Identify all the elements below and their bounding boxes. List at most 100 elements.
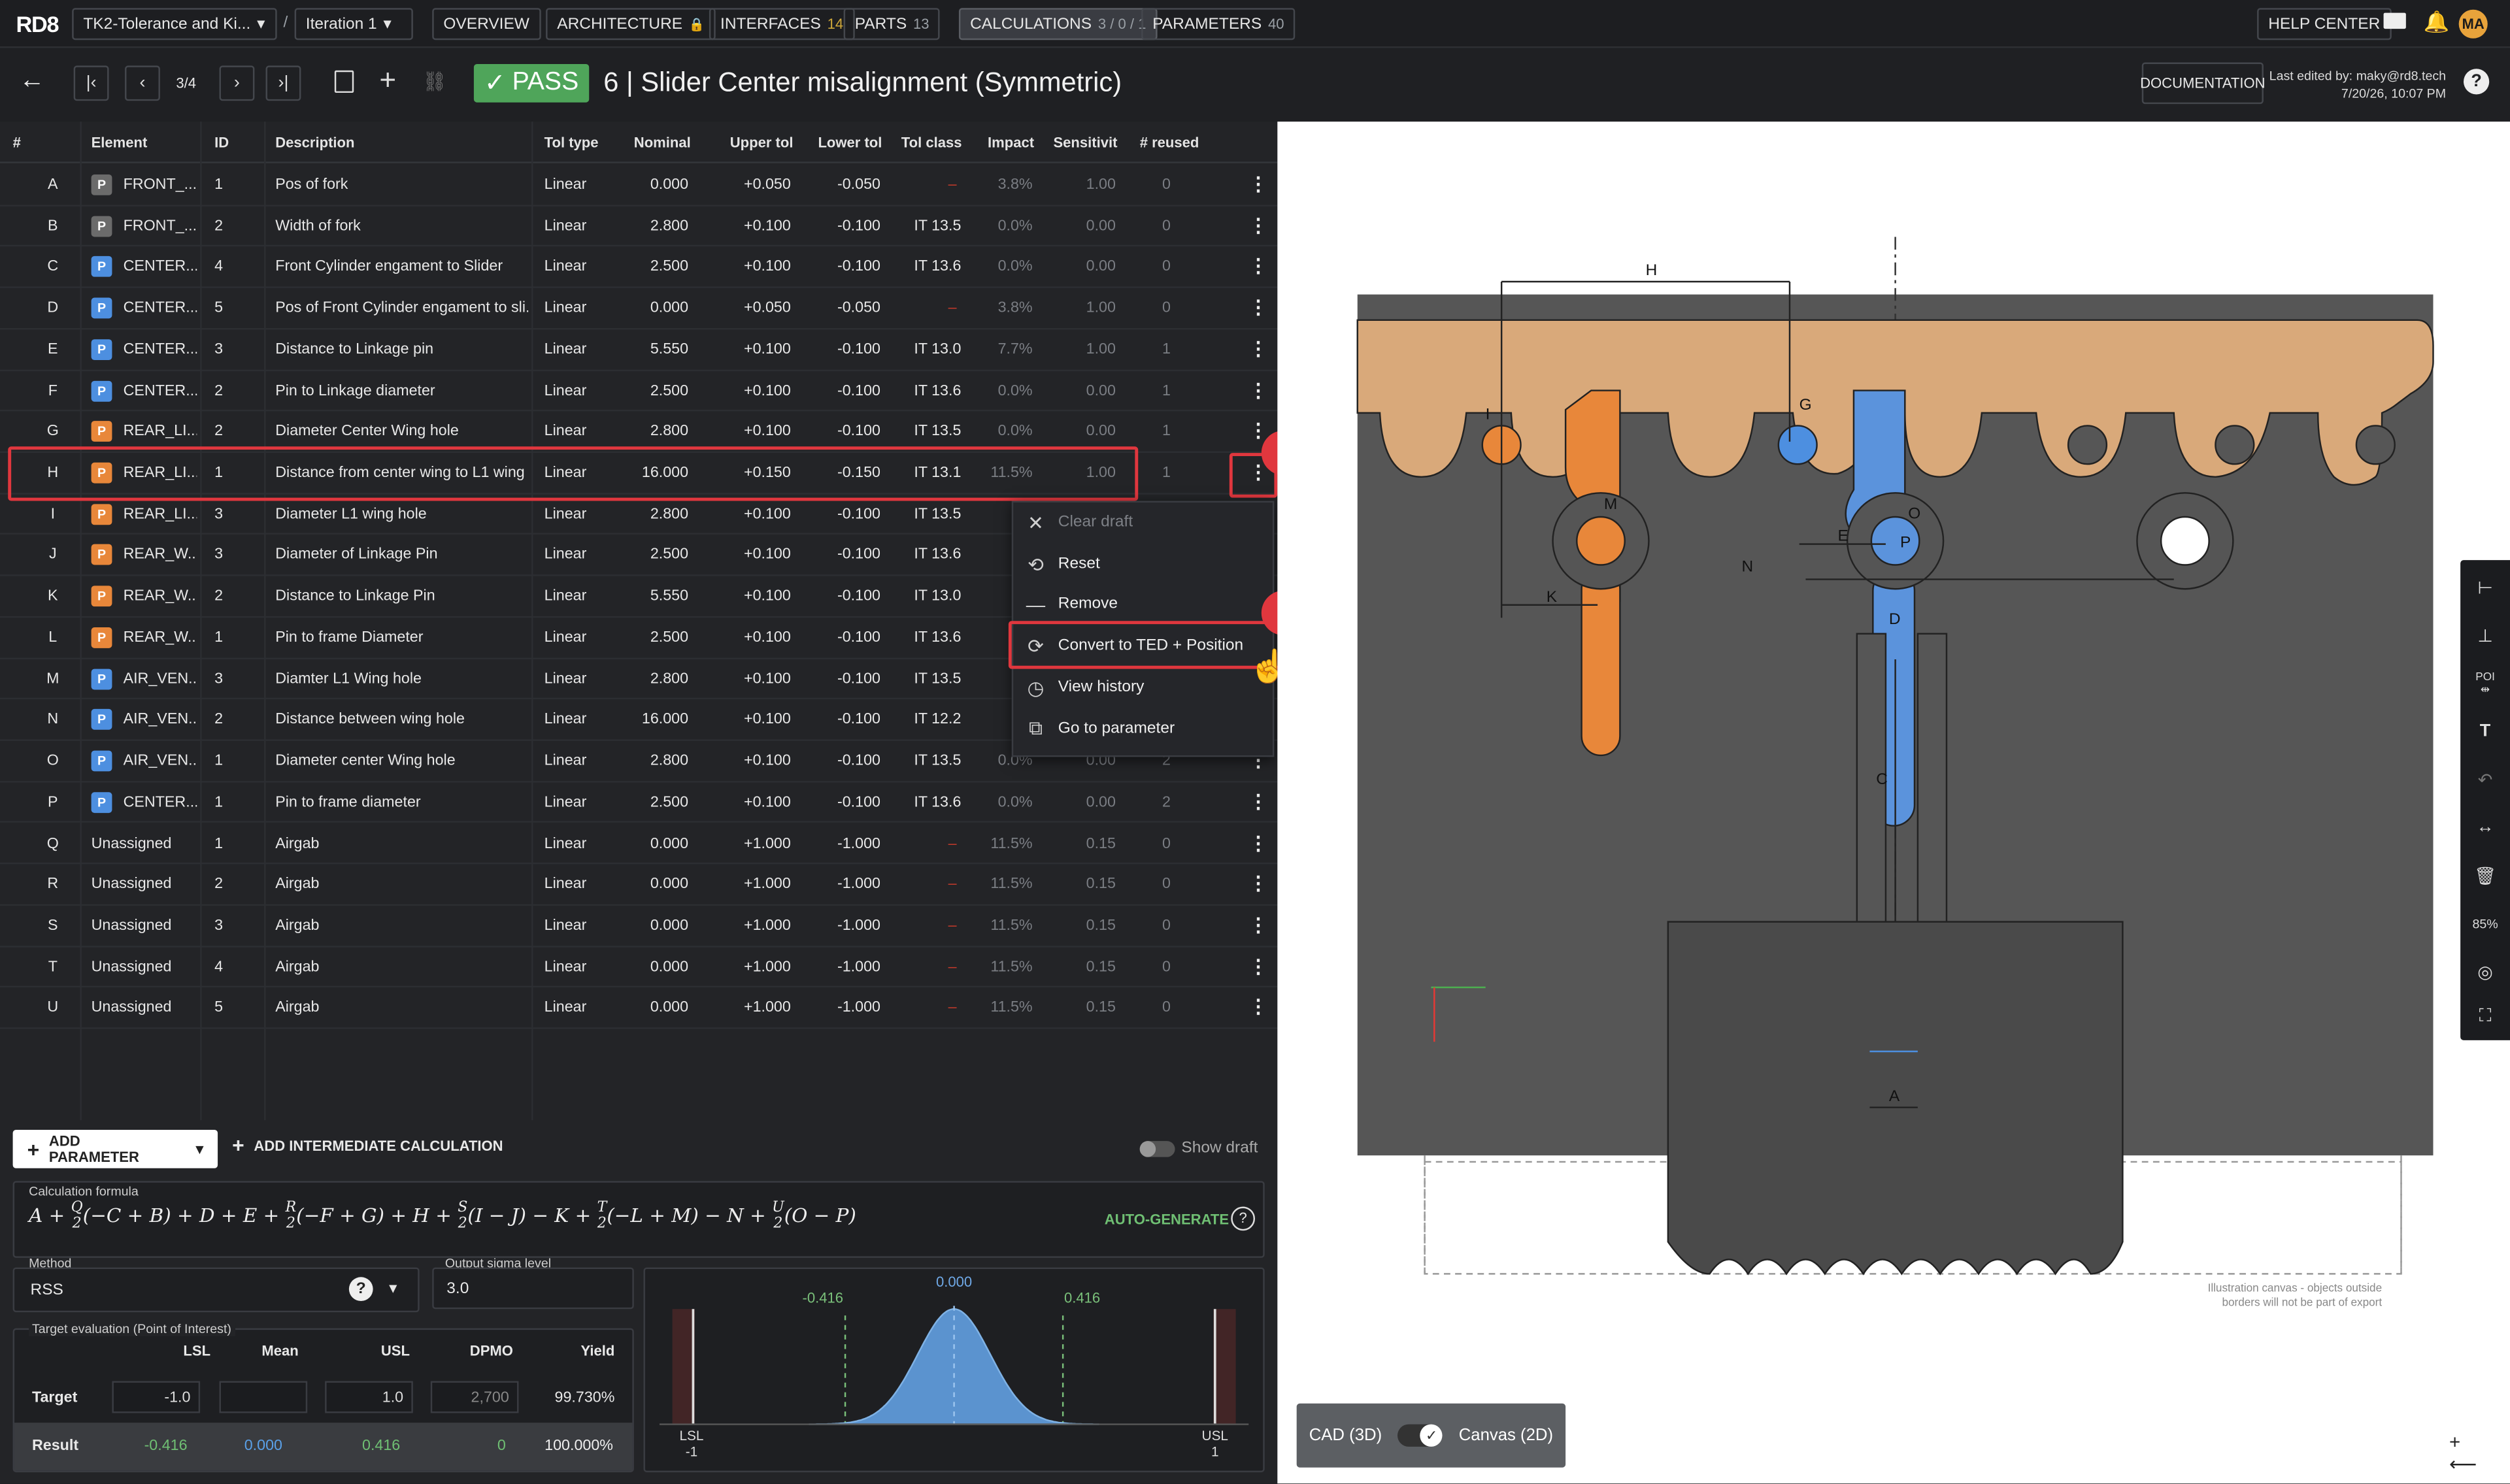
add-intermediate-button[interactable]: + ADD INTERMEDIATE CALCULATION [232,1134,503,1155]
cell-n: D [47,299,59,318]
sigma-input[interactable]: 3.0 [432,1267,634,1310]
column-header[interactable]: Tol class [901,135,962,150]
more-icon[interactable]: ⋮ [1242,947,1274,988]
iteration-select[interactable]: Iteration 1 ▾ [294,8,413,41]
menu-item-clear-draft[interactable]: ✕ Clear draft [1013,503,1276,544]
column-header[interactable]: ID [214,135,229,150]
dim-label-a: A [1889,1087,1900,1105]
cell-n: A [48,176,58,194]
table-row[interactable]: S Unassigned 3 Airgab Linear 0.000 +1.000 -1.00… [0,906,1278,947]
poi-icon[interactable]: POI ⇹ [2460,659,2510,707]
target-lsl-input[interactable]: -1.0 [112,1381,201,1413]
table-row[interactable]: D P CENTER... 5 Pos of Front Cylinder engame… [0,288,1278,330]
chevron-down-icon[interactable]: ▾ [389,1280,397,1298]
table-row[interactable]: F P CENTER... 2 Pin to Linkage diameter Linea… [0,371,1278,412]
last-page-button[interactable]: ›| [265,65,301,101]
column-header[interactable]: Description [275,135,354,150]
first-page-button[interactable]: |‹ [73,65,109,101]
auto-generate-button[interactable]: AUTO-GENERATE [1105,1212,1229,1227]
vertical-dimension-icon[interactable]: ⊥ [2460,612,2510,659]
text-icon[interactable]: T [2460,707,2510,755]
add-parameter-button[interactable]: + ADD PARAMETER ▾ [12,1129,218,1168]
tab-interfaces[interactable]: INTERFACES 14 [709,8,855,41]
more-icon[interactable]: ⋮ [1242,823,1274,865]
app-logo[interactable]: RD8 [16,11,59,37]
prev-page-button[interactable]: ‹ [125,65,160,101]
delete-icon[interactable]: 🗑 [2460,851,2510,899]
formula-expression[interactable]: A + Q 2 (−C + B) + D + E + R 2(−F + G) + H … [29,1200,856,1232]
cell-lo: -0.100 [837,629,880,647]
project-select[interactable]: TK2-Tolerance and Ki... ▾ [72,8,277,41]
cell-up: +0.050 [743,299,791,318]
tab-architecture[interactable]: ARCHITECTURE 🔒 [546,8,716,41]
more-icon[interactable]: ⋮ [1242,288,1274,329]
menu-item-go-to-parameter[interactable]: ⧉ Go to parameter [1013,709,1276,750]
more-icon[interactable]: ⋮ [1242,371,1274,412]
column-header[interactable]: Sensitivit [1053,135,1117,150]
link-icon[interactable]: ⛓ [423,71,447,93]
page-title: 6 | Slider Center misalignment (Symmetri… [603,67,1122,98]
menu-item-view-history[interactable]: ◷ View history [1013,667,1276,708]
table-row[interactable]: P P CENTER... 1 Pin to frame diameter Linear 2… [0,782,1278,823]
horizontal-dimension-icon[interactable]: ⊢ [2460,563,2510,611]
column-header[interactable]: # reused [1140,135,1199,150]
next-page-button[interactable]: › [219,65,255,101]
target-usl-input[interactable]: 1.0 [325,1381,413,1413]
tab-label: PARAMETERS [1152,15,1262,33]
view-switch[interactable]: ✓ [1397,1424,1443,1447]
target-dpmo-input[interactable]: 2,700 [430,1381,519,1413]
table-row[interactable]: T Unassigned 4 Airgab Linear 0.000 +1.000 -1.00… [0,947,1278,988]
undo-icon[interactable]: ↶ [2460,755,2510,803]
column-header[interactable]: Element [92,135,148,150]
more-icon[interactable]: ⋮ [1242,782,1274,823]
eval-header: USL [380,1342,410,1359]
column-header[interactable]: Tol type [544,135,599,150]
bell-icon[interactable]: 🔔 [2424,10,2450,35]
back-arrow-icon[interactable]: ← [19,67,44,96]
part-badge: P [91,544,112,566]
menu-item-remove[interactable]: — Remove [1013,584,1276,625]
table-row[interactable]: A P FRONT_... 1 Pos of fork Linear 0.000 +0.050… [0,165,1278,206]
split-icon[interactable]: ↔ [2460,803,2510,851]
tab-parts[interactable]: PARTS 13 [843,8,941,41]
documentation-button[interactable]: DOCUMENTATION [2140,62,2266,105]
cell-up: +1.000 [743,999,791,1017]
more-icon[interactable]: ⋮ [1242,906,1274,947]
help-icon[interactable]: ? [348,1277,373,1302]
tab-calculations[interactable]: CALCULATIONS 3 / 0 / 1 [958,8,1158,41]
column-header[interactable]: # [13,135,21,150]
more-icon[interactable]: ⋮ [1242,988,1274,1029]
menu-item-reset[interactable]: ⟲ Reset [1013,544,1276,585]
avatar[interactable]: MA [2458,9,2488,39]
cad-drawing[interactable]: H G I M E O P N K D C A Illustration can… [1277,122,2462,1483]
mail-icon[interactable] [2383,12,2406,29]
tab-overview[interactable]: OVERVIEW [432,8,541,41]
fullscreen-icon[interactable]: ⛶ [2460,992,2510,1040]
more-icon[interactable]: ⋮ [1242,247,1274,288]
copy-icon[interactable] [334,70,354,93]
tab-parameters[interactable]: PARAMETERS 40 [1141,8,1296,41]
table-row[interactable]: E P CENTER... 3 Distance to Linkage pin Linea… [0,329,1278,371]
more-icon[interactable]: ⋮ [1242,329,1274,371]
help-icon[interactable]: ? [1231,1206,1256,1231]
more-icon[interactable]: ⋮ [1242,206,1274,247]
more-icon[interactable]: ⋮ [1242,165,1274,206]
table-row[interactable]: C P CENTER... 4 Front Cylinder engament to S… [0,247,1278,289]
table-row[interactable]: Q Unassigned 1 Airgab Linear 0.000 +1.000 -1.00… [0,823,1278,865]
focus-icon[interactable]: ◎ [2460,948,2510,995]
add-icon[interactable]: + [379,64,396,97]
table-row[interactable]: B P FRONT_... 2 Width of fork Linear 2.800 +0.1… [0,206,1278,248]
column-header[interactable]: Upper tol [730,135,794,150]
help-center-button[interactable]: HELP CENTER [2257,8,2392,41]
target-mean-input[interactable] [219,1381,308,1413]
view-toggle[interactable]: CAD (3D) ✓ Canvas (2D) [1296,1403,1566,1468]
add-point-icon[interactable]: + ⟵ [2449,1430,2477,1476]
help-icon[interactable]: ? [2464,69,2490,95]
show-draft-toggle[interactable] [1139,1141,1175,1157]
table-row[interactable]: R Unassigned 2 Airgab Linear 0.000 +1.000 -1.00… [0,865,1278,906]
column-header[interactable]: Lower tol [818,135,882,150]
column-header[interactable]: Nominal [634,135,691,150]
more-icon[interactable]: ⋮ [1242,865,1274,906]
column-header[interactable]: Impact [988,135,1034,150]
table-row[interactable]: U Unassigned 5 Airgab Linear 0.000 +1.000 -1.00… [0,988,1278,1029]
